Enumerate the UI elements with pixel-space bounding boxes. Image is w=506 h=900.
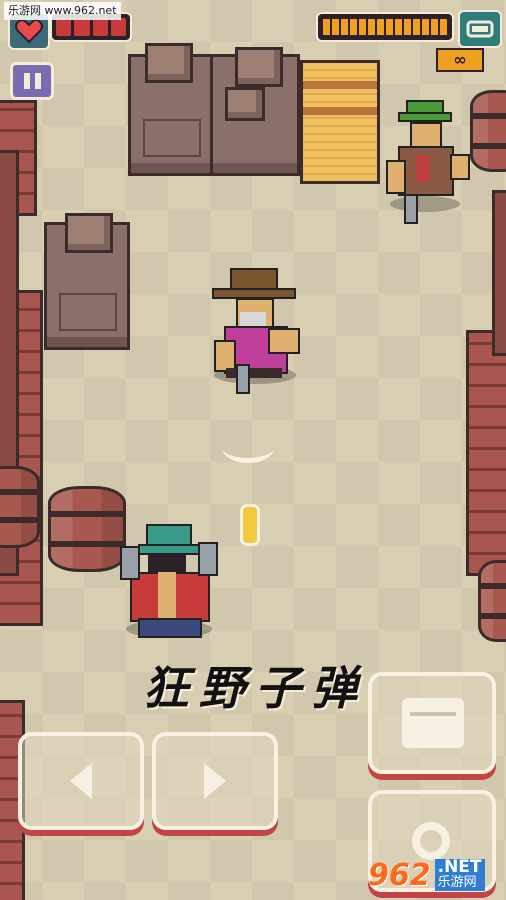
ammo-seg-segment — [422, 19, 429, 35]
logo-cn: 乐游网 — [434, 875, 485, 891]
barrel-2 — [0, 466, 40, 548]
ammo-bar — [316, 12, 454, 42]
hp-seg-segment — [74, 18, 90, 36]
site-watermark: 乐游网 www.962.net — [4, 2, 121, 20]
ammo-seg-segment — [386, 19, 393, 35]
ammo-seg-segment — [431, 19, 438, 35]
enemy-bandit-green-hat — [384, 100, 470, 224]
crate-3 — [44, 213, 130, 350]
ammo-seg-segment — [368, 19, 375, 35]
ammo-seg-segment — [395, 19, 402, 35]
barrel-4 — [478, 560, 506, 642]
ammo-seg-segment — [350, 19, 357, 35]
ammo-seg-segment — [332, 19, 339, 35]
arrow-right-icon — [204, 763, 226, 799]
player-gunslinger — [118, 524, 218, 642]
hp-seg-segment — [110, 18, 126, 36]
weapon-slot[interactable] — [458, 10, 502, 48]
barrel-3 — [470, 90, 506, 172]
infinite-ammo-indicator: ∞ — [436, 48, 484, 72]
ammo-seg-segment — [404, 19, 411, 35]
punch-button[interactable] — [368, 672, 496, 774]
ammo-seg-segment — [323, 19, 330, 35]
crate-2 — [210, 47, 300, 176]
melee-slash-effect — [222, 432, 274, 463]
hp-seg-segment — [92, 18, 108, 36]
hp-seg-segment — [56, 18, 72, 36]
bullet — [240, 504, 260, 546]
ammo-seg-segment — [413, 19, 420, 35]
barrel-1 — [48, 486, 126, 572]
gun-icon — [466, 20, 494, 38]
right-wall — [466, 330, 506, 576]
hay-bale — [300, 60, 380, 184]
ammo-seg-segment — [359, 19, 366, 35]
move-right-button[interactable] — [152, 732, 278, 830]
ammo-seg-segment — [440, 19, 447, 35]
site-logo: 962 .NET 乐游网 — [368, 852, 502, 898]
move-left-button[interactable] — [18, 732, 144, 830]
game-title: 狂野子弹 — [143, 661, 367, 715]
game-stage: ∞ 乐游网 www.962.net 狂野子弹 962 .NET 乐游网 — [0, 0, 506, 900]
pause-icon — [23, 73, 30, 89]
crate-1 — [128, 43, 214, 176]
fist-icon — [402, 698, 464, 748]
ammo-seg-segment — [341, 19, 348, 35]
right-wall-edge — [492, 190, 506, 356]
ammo-seg-segment — [377, 19, 384, 35]
enemy-cowboy-purple — [208, 268, 300, 394]
logo-net: .NET — [434, 859, 485, 876]
logo-number: 962 — [368, 857, 431, 893]
pause-button[interactable] — [10, 62, 54, 100]
arrow-left-icon — [70, 763, 92, 799]
